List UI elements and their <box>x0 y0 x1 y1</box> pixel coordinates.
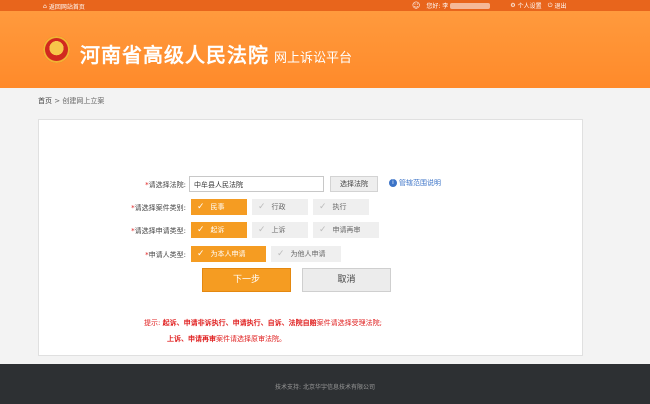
case-type-label: *请选择案件类别: <box>131 204 186 212</box>
breadcrumb: 首页 > 创建网上立案 <box>38 96 104 106</box>
application-type-appeal-option[interactable]: ✓ 上诉 <box>252 222 308 238</box>
user-greeting: 您好: 李 <box>426 1 491 10</box>
username-redacted <box>450 2 491 9</box>
court-label: *请选择法院: <box>145 181 186 189</box>
application-type-retrial-option[interactable]: ✓ 申请再审 <box>313 222 379 238</box>
back-to-site-home-label: 返回网站首页 <box>48 4 85 11</box>
power-icon: ⏻ <box>547 1 553 9</box>
court-input[interactable]: 中牟县人民法院 <box>189 176 324 192</box>
check-icon: ✓ <box>197 248 205 259</box>
back-to-site-home-link[interactable]: ⌂ 返回网站首页 <box>43 2 85 11</box>
home-icon: ⌂ <box>43 3 47 10</box>
applicant-self-option[interactable]: ✓ 为本人申请 <box>191 246 266 262</box>
court-name-title: 河南省高级人民法院 <box>80 43 269 67</box>
breadcrumb-current: 创建网上立案 <box>62 97 105 105</box>
top-bar: ⌂ 返回网站首页 ☺ 您好: 李 ⚙ 个人设置 ⏻ 退出 <box>0 0 650 11</box>
breadcrumb-home-link[interactable]: 首页 <box>38 97 52 105</box>
gear-icon: ⚙ <box>510 2 516 9</box>
breadcrumb-separator: > <box>54 97 61 105</box>
check-icon: ✓ <box>197 201 205 212</box>
case-type-civil-option[interactable]: ✓ 民事 <box>191 199 247 215</box>
logout-link[interactable]: ⏻ 退出 <box>547 1 567 11</box>
application-type-sue-option[interactable]: ✓ 起诉 <box>191 222 247 238</box>
check-icon: ✓ <box>319 201 327 212</box>
case-type-administrative-option[interactable]: ✓ 行政 <box>252 199 308 215</box>
check-icon: ✓ <box>258 201 266 212</box>
info-icon: i <box>389 179 397 187</box>
select-court-button[interactable]: 选择法院 <box>330 176 378 192</box>
platform-name-title: 网上诉讼平台 <box>274 51 353 66</box>
next-step-button[interactable]: 下一步 <box>202 268 291 292</box>
check-icon: ✓ <box>277 248 285 259</box>
check-icon: ✓ <box>197 224 205 235</box>
court-emblem-icon <box>43 36 70 63</box>
case-type-execution-option[interactable]: ✓ 执行 <box>313 199 369 215</box>
check-icon: ✓ <box>258 224 266 235</box>
hint-line-2: 上诉、申请再审案件请选择原审法院。 <box>167 335 286 343</box>
footer: 技术支持: 北京华宇信息技术有限公司 <box>0 364 650 404</box>
hint-line-1: 提示: 起诉、申请非诉执行、申请执行、自诉、法院自赔案件请选择受理法院; <box>144 319 382 327</box>
applicant-other-option[interactable]: ✓ 为他人申请 <box>271 246 341 262</box>
jurisdiction-info-link[interactable]: i 管辖范围说明 <box>389 178 441 188</box>
cancel-button[interactable]: 取消 <box>302 268 391 292</box>
check-icon: ✓ <box>319 224 327 235</box>
tech-support-text: 技术支持: 北京华宇信息技术有限公司 <box>275 384 375 391</box>
user-avatar-icon[interactable]: ☺ <box>412 1 420 10</box>
applicant-type-label: *申请人类型: <box>145 251 186 259</box>
application-type-label: *请选择申请类型: <box>131 227 186 235</box>
personal-settings-link[interactable]: ⚙ 个人设置 <box>510 1 541 10</box>
